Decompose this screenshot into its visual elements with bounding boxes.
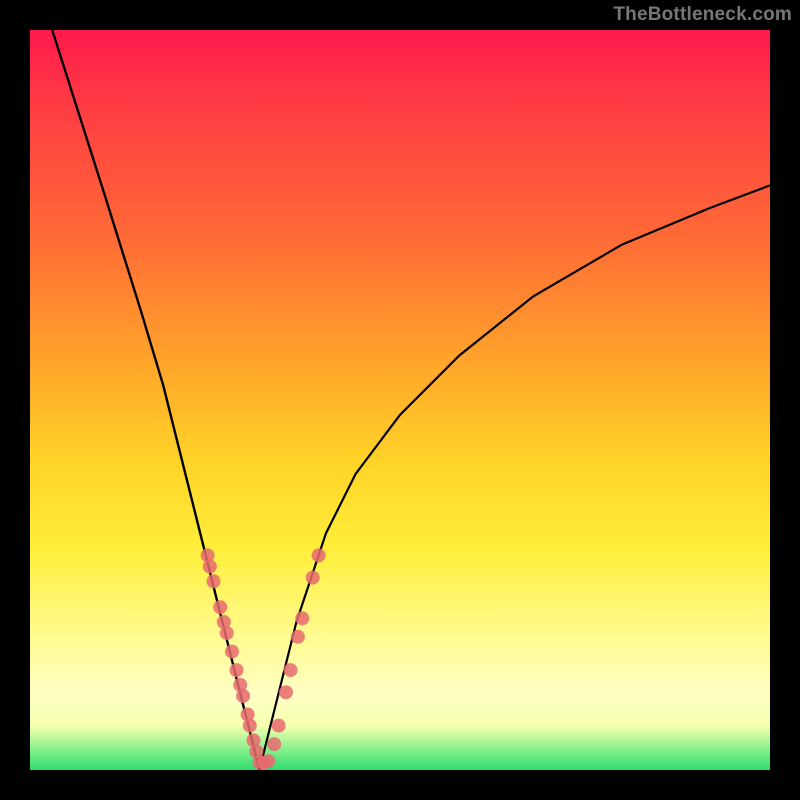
marker-dot: [213, 600, 227, 614]
marker-dot: [236, 689, 250, 703]
marker-dot: [284, 663, 298, 677]
watermark-text: TheBottleneck.com: [613, 4, 792, 26]
marker-dot: [230, 663, 244, 677]
marker-dot: [291, 630, 305, 644]
marker-dot: [272, 719, 286, 733]
marker-group: [201, 548, 326, 769]
marker-dot: [261, 754, 275, 768]
marker-dot: [207, 574, 221, 588]
plot-area: [30, 30, 770, 770]
marker-dot: [267, 737, 281, 751]
marker-dot: [243, 719, 257, 733]
chart-frame: TheBottleneck.com: [0, 0, 800, 800]
marker-dot: [279, 685, 293, 699]
marker-dot: [312, 548, 326, 562]
marker-dot: [295, 611, 309, 625]
marker-dot: [306, 571, 320, 585]
marker-dot: [225, 645, 239, 659]
chart-svg: [30, 30, 770, 770]
curve-left-branch: [52, 30, 259, 770]
marker-dot: [220, 626, 234, 640]
curve-right-branch: [259, 185, 770, 770]
marker-dot: [203, 560, 217, 574]
